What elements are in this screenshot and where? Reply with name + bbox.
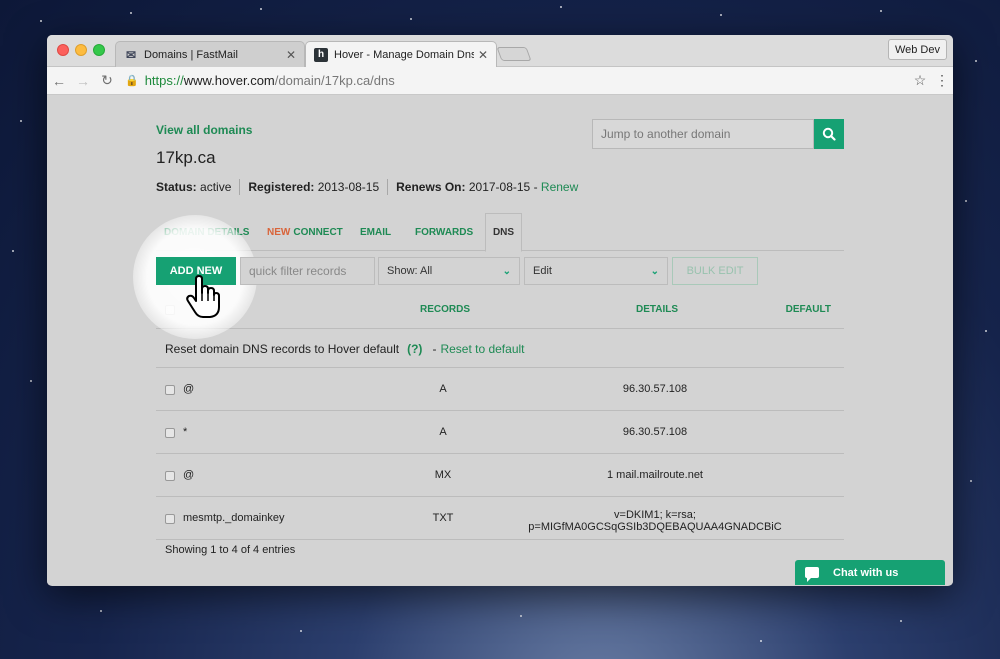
browser-tab-fastmail[interactable]: ✉ Domains | FastMail ✕ bbox=[115, 41, 305, 67]
dns-table-header: RECORDS DETAILS DEFAULT bbox=[156, 291, 844, 329]
record-name: mesmtp._domainkey bbox=[183, 512, 285, 524]
row-checkbox[interactable] bbox=[165, 428, 175, 438]
table-row[interactable]: @ MX 1 mail.mailroute.net bbox=[156, 455, 844, 497]
reset-separator: - bbox=[432, 341, 437, 356]
renew-link[interactable]: Renew bbox=[541, 180, 578, 194]
close-tab-icon[interactable]: ✕ bbox=[286, 48, 296, 62]
page-content: View all domains 17kp.ca Status: active … bbox=[133, 95, 844, 585]
profile-button[interactable]: Web Dev bbox=[887, 39, 947, 60]
table-row[interactable]: * A 96.30.57.108 bbox=[156, 412, 844, 454]
divider bbox=[239, 179, 241, 195]
table-row[interactable]: @ A 96.30.57.108 bbox=[156, 369, 844, 411]
table-row[interactable]: mesmtp._domainkey TXT v=DKIM1; k=rsa; p=M… bbox=[156, 498, 844, 540]
record-name: * bbox=[183, 426, 188, 438]
close-window-button[interactable] bbox=[57, 44, 69, 56]
view-all-domains-link[interactable]: View all domains bbox=[156, 123, 252, 137]
record-details: 96.30.57.108 bbox=[622, 383, 688, 395]
record-type: TXT bbox=[432, 512, 454, 524]
url-path: /domain/17kp.ca/dns bbox=[274, 73, 395, 88]
details-column-header[interactable]: DETAILS bbox=[636, 304, 678, 315]
chat-with-us-button[interactable]: Chat with us bbox=[795, 560, 945, 585]
status-value: active bbox=[200, 180, 232, 194]
address-bar[interactable]: 🔒 https://www.hover.com/domain/17kp.ca/d… bbox=[125, 70, 903, 92]
record-type: MX bbox=[434, 469, 452, 481]
record-name: @ bbox=[183, 383, 195, 395]
divider bbox=[387, 179, 389, 195]
registered-label: Registered: bbox=[248, 180, 315, 194]
new-tab-button[interactable] bbox=[496, 47, 532, 61]
chat-label: Chat with us bbox=[833, 566, 899, 579]
new-badge: NEW bbox=[267, 226, 291, 238]
lock-icon: 🔒 bbox=[125, 75, 139, 87]
bookmark-star-icon[interactable]: ☆ bbox=[909, 72, 931, 89]
browser-toolbar: ← → ↻ 🔒 https://www.hover.com/domain/17k… bbox=[47, 67, 953, 95]
record-details: v=DKIM1; k=rsa; p=MIGfMA0GCSqGSIb3DQEBAQU… bbox=[516, 509, 794, 533]
reload-icon[interactable]: ↻ bbox=[95, 72, 119, 89]
search-icon bbox=[822, 127, 836, 141]
browser-window: ✉ Domains | FastMail ✕ h Hover - Manage … bbox=[47, 35, 953, 586]
record-type: A bbox=[439, 383, 447, 395]
table-entries-info: Showing 1 to 4 of 4 entries bbox=[165, 544, 296, 556]
show-select-value: Show: All bbox=[387, 265, 433, 277]
record-type: A bbox=[439, 426, 447, 438]
status-label: Status: bbox=[156, 180, 197, 194]
records-column-header[interactable]: RECORDS bbox=[420, 304, 470, 315]
url-scheme: https:// bbox=[144, 73, 184, 88]
tab-connect-label: CONNECT bbox=[293, 226, 343, 238]
tab-dns[interactable]: DNS bbox=[485, 213, 522, 252]
record-details: 1 mail.mailroute.net bbox=[607, 469, 703, 481]
default-column-header[interactable]: DEFAULT bbox=[786, 304, 831, 315]
row-checkbox[interactable] bbox=[165, 385, 175, 395]
chat-bubble-icon bbox=[805, 567, 819, 582]
domain-title: 17kp.ca bbox=[156, 148, 216, 167]
renews-label: Renews On: bbox=[396, 180, 466, 194]
jump-domain-input[interactable]: Jump to another domain bbox=[592, 119, 814, 149]
record-details-line2: p=MIGfMA0GCSqGSIb3DQEBAQUAA4GNADCBiC bbox=[528, 521, 782, 533]
chevron-down-icon: ⌄ bbox=[502, 265, 511, 277]
reset-to-default-link[interactable]: Reset to default bbox=[440, 342, 524, 356]
hand-cursor-icon bbox=[186, 275, 220, 318]
hover-favicon-icon: h bbox=[314, 47, 328, 62]
forward-arrow-icon[interactable]: → bbox=[71, 73, 95, 89]
browser-titlebar: ✉ Domains | FastMail ✕ h Hover - Manage … bbox=[47, 35, 953, 67]
mail-icon: ✉ bbox=[125, 47, 137, 62]
reset-dns-row: Reset domain DNS records to Hover defaul… bbox=[156, 330, 844, 368]
bulk-edit-button[interactable]: BULK EDIT bbox=[672, 257, 758, 285]
edit-select[interactable]: Edit ⌄ bbox=[524, 257, 668, 285]
tab-email[interactable]: EMAIL bbox=[360, 213, 391, 251]
tab-connect[interactable]: NEW CONNECT bbox=[267, 213, 343, 251]
chevron-down-icon: ⌄ bbox=[650, 265, 659, 277]
jump-domain-search: Jump to another domain bbox=[592, 119, 844, 149]
dns-action-bar: ADD NEW quick filter records Show: All ⌄… bbox=[156, 255, 844, 287]
tab-title: Domains | FastMail bbox=[144, 48, 238, 61]
renews-separator: - bbox=[533, 180, 538, 194]
record-details-line1: v=DKIM1; k=rsa; bbox=[614, 509, 696, 521]
registered-value: 2013-08-15 bbox=[317, 180, 380, 194]
web-page: View all domains 17kp.ca Status: active … bbox=[47, 95, 953, 585]
minimize-window-button[interactable] bbox=[75, 44, 87, 56]
quick-filter-input[interactable]: quick filter records bbox=[240, 257, 375, 285]
search-button[interactable] bbox=[814, 119, 844, 149]
renews-value: 2017-08-15 bbox=[468, 180, 531, 194]
show-select[interactable]: Show: All ⌄ bbox=[378, 257, 520, 285]
reset-text: Reset domain DNS records to Hover defaul… bbox=[165, 341, 400, 356]
browser-menu-icon[interactable]: ⋮ bbox=[931, 72, 953, 89]
close-tab-icon[interactable]: ✕ bbox=[478, 48, 488, 62]
row-checkbox[interactable] bbox=[165, 514, 175, 524]
domain-status-line: Status: active Registered: 2013-08-15 Re… bbox=[156, 179, 578, 195]
record-name: @ bbox=[183, 469, 195, 481]
help-link[interactable]: (?) bbox=[407, 342, 422, 356]
url-host: www.hover.com bbox=[183, 73, 275, 88]
row-checkbox[interactable] bbox=[165, 471, 175, 481]
browser-tab-hover[interactable]: h Hover - Manage Domain Dns ✕ bbox=[305, 41, 497, 67]
edit-select-value: Edit bbox=[533, 265, 552, 277]
back-arrow-icon[interactable]: ← bbox=[47, 73, 71, 89]
domain-tabs: DOMAIN DETAILS NEWCONNECT EMAIL FORWARDS… bbox=[156, 213, 844, 252]
maximize-window-button[interactable] bbox=[93, 44, 105, 56]
record-details: 96.30.57.108 bbox=[622, 426, 688, 438]
tab-forwards[interactable]: FORWARDS bbox=[415, 213, 473, 251]
tab-title: Hover - Manage Domain Dns bbox=[334, 48, 474, 61]
